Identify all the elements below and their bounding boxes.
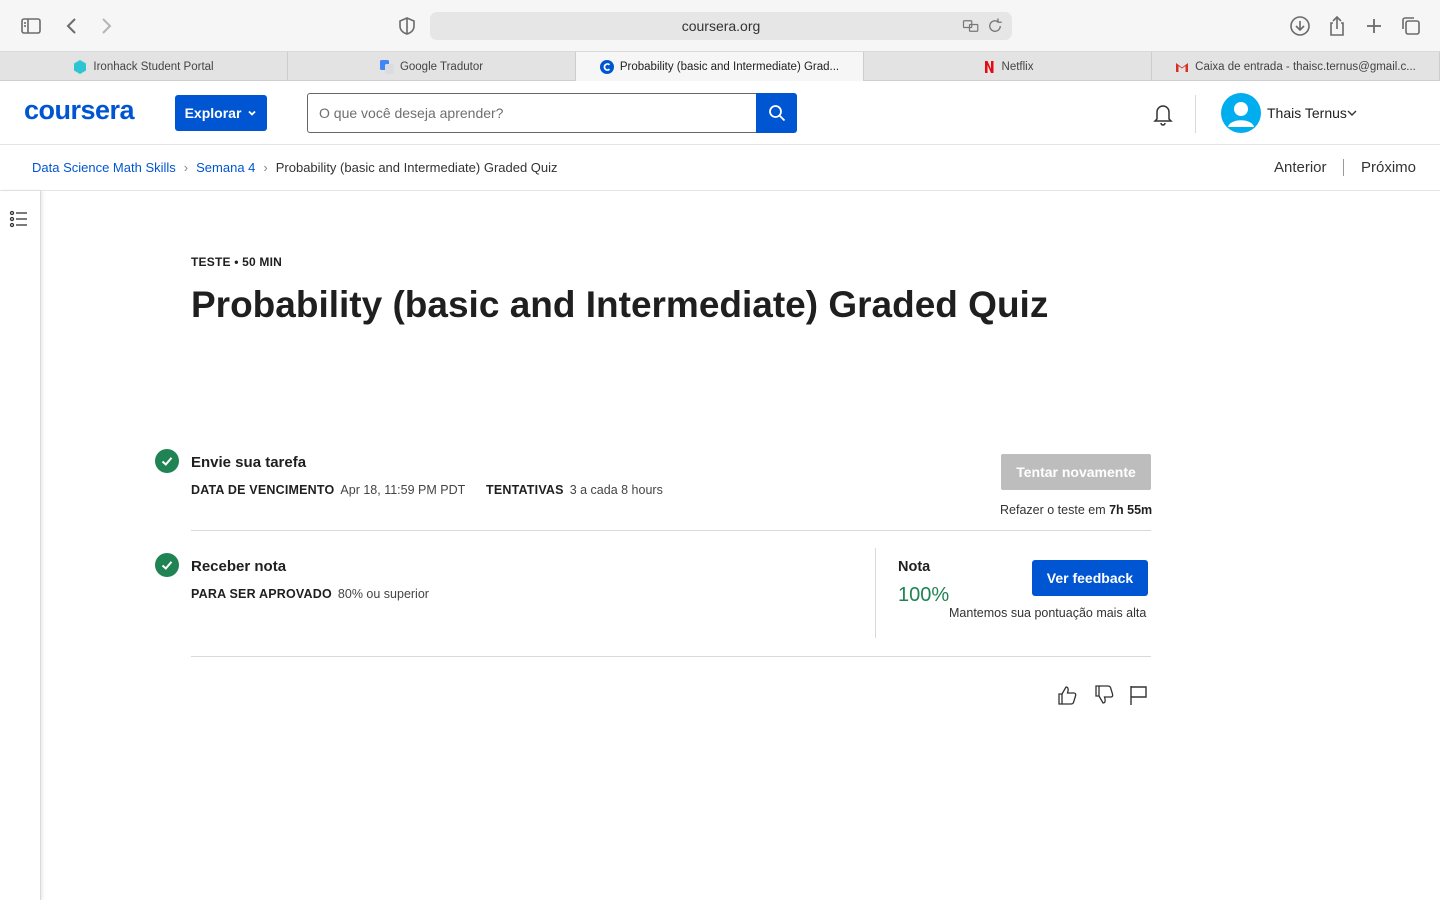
breadcrumb-bar: Data Science Math Skills › Semana 4 › Pr… [0,145,1440,191]
thumbs-up-icon[interactable] [1056,684,1078,706]
grade-value: 100% [898,584,950,606]
google-translate-icon [379,59,394,74]
tab-gmail[interactable]: Caixa de entrada - thaisc.ternus@gmail.c… [1152,52,1440,81]
new-tab-icon[interactable] [1362,14,1386,38]
tab-overview-icon[interactable] [1399,14,1423,38]
page-title: Probability (basic and Intermediate) Gra… [191,284,1049,325]
breadcrumb: Data Science Math Skills › Semana 4 › Pr… [32,160,558,175]
grade-section-title: Receber nota [191,558,287,575]
pass-value: 80% ou superior [337,587,429,601]
bell-icon[interactable] [1150,101,1176,127]
sidebar-icon[interactable] [19,14,43,38]
search-button[interactable] [756,93,797,133]
ironhack-icon [73,59,87,74]
avatar-icon[interactable] [1221,93,1261,133]
section-divider [191,656,1151,657]
site-header: coursera Explorar O que você deseja apre… [0,81,1440,145]
chevron-down-icon[interactable] [1346,107,1358,119]
check-icon [155,553,179,577]
submit-title: Envie sua tarefa [191,454,307,471]
address-bar[interactable]: coursera.org [430,12,1012,40]
tab-label: Google Tradutor [399,60,484,73]
list-icon[interactable] [9,209,29,229]
tab-label: Ironhack Student Portal [93,60,214,73]
tab-label: Netflix [1001,60,1034,73]
nav-divider [1343,159,1344,176]
explore-label: Explorar [184,105,242,121]
chevron-right-icon: › [263,160,268,175]
gmail-icon [1175,60,1189,74]
header-divider [1195,95,1196,133]
due-value: Apr 18, 11:59 PM PDT [340,483,466,497]
retry-button[interactable]: Tentar novamente [1001,454,1151,490]
search-input[interactable]: O que você deseja aprender? [307,93,757,133]
retry-note-time: 7h 55m [1109,503,1153,517]
due-label: DATA DE VENCIMENTO [191,483,335,497]
view-feedback-button[interactable]: Ver feedback [1032,560,1148,596]
url-text: coursera.org [681,18,761,34]
tab-netflix[interactable]: Netflix [864,52,1152,81]
attempts-value: 3 a cada 8 hours [569,483,663,497]
tab-coursera-quiz[interactable]: Probability (basic and Intermediate) Gra… [576,52,864,81]
download-icon[interactable] [1288,14,1312,38]
course-outline-rail [0,191,41,900]
retry-note-prefix: Refazer o teste em [1000,503,1106,517]
coursera-logo[interactable]: coursera [24,95,135,126]
grade-label: Nota [898,559,931,575]
grade-note: Mantemos sua pontuação mais alta [949,606,1147,620]
pass-details: PARA SER APROVADO 80% ou superior [191,587,429,601]
explore-button[interactable]: Explorar [175,95,267,131]
share-icon[interactable] [1325,14,1349,38]
breadcrumb-course[interactable]: Data Science Math Skills [32,160,176,175]
next-link[interactable]: Próximo [1361,159,1416,176]
netflix-icon [982,60,996,74]
tab-label: Probability (basic and Intermediate) Gra… [619,60,840,73]
submit-details: DATA DE VENCIMENTO Apr 18, 11:59 PM PDT T… [191,483,663,497]
section-divider [191,530,1151,531]
retry-note: Refazer o teste em 7h 55m [1000,503,1152,517]
thumbs-down-icon[interactable] [1093,684,1115,706]
reload-icon[interactable] [986,17,1004,35]
breadcrumb-week[interactable]: Semana 4 [196,160,255,175]
shield-icon[interactable] [395,14,419,38]
coursera-icon [599,59,614,74]
user-name[interactable]: Thais Ternus [1267,105,1347,121]
chevron-down-icon [248,110,257,116]
breadcrumb-current: Probability (basic and Intermediate) Gra… [275,160,558,175]
attempts-label: TENTATIVAS [486,483,564,497]
grade-divider [875,548,876,638]
search-icon [768,105,785,122]
forward-icon[interactable] [94,14,118,38]
quiz-meta: TESTE • 50 MIN [191,255,283,269]
tab-bar: Ironhack Student Portal Google Tradutor … [0,52,1440,81]
translate-icon[interactable] [962,17,980,35]
check-icon [155,449,179,473]
chevron-right-icon: › [183,160,189,175]
browser-toolbar: coursera.org [0,0,1440,52]
tab-label: Caixa de entrada - thaisc.ternus@gmail.c… [1195,60,1416,73]
flag-icon[interactable] [1128,684,1150,706]
tab-ironhack[interactable]: Ironhack Student Portal [0,52,288,81]
previous-link[interactable]: Anterior [1274,159,1327,176]
back-icon[interactable] [60,14,84,38]
tab-google-tradutor[interactable]: Google Tradutor [288,52,576,81]
pass-label: PARA SER APROVADO [191,587,332,601]
